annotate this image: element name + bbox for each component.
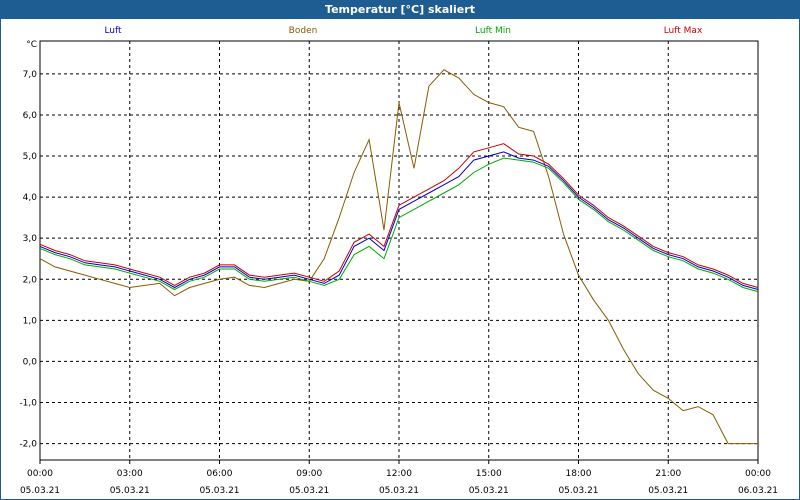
x-tick-time: 06:00 (207, 469, 233, 479)
temperature-chart: 7,0 6,0 5,0 4,0 3,0 2,0 1,0 0,0 -1,0 -2,0 °C 00:00 0… (19, 26, 778, 496)
y-tick-label: 2,0 (23, 275, 38, 285)
y-tick-label: 1,0 (23, 316, 38, 326)
x-tick-date: 05.03.21 (469, 486, 509, 496)
x-tick-date: 05.03.21 (20, 486, 60, 496)
legend-entry: Luft Min (475, 26, 511, 36)
x-tick-time: 18:00 (566, 469, 592, 479)
legend-entry: Luft Max (664, 26, 703, 36)
y-tick-label: 5,0 (23, 152, 38, 162)
x-tick-time: 15:00 (476, 469, 502, 479)
x-tick-date: 05.03.21 (379, 486, 419, 496)
y-axis-label: °C (26, 40, 37, 50)
x-tick-time: 00:00 (745, 469, 771, 479)
legend-entry: Boden (289, 26, 318, 36)
series-line-luft (39, 151, 759, 290)
y-tick-label: -2,0 (19, 440, 37, 450)
x-tick-date: 05.03.21 (558, 486, 598, 496)
x-tick-date: 05.03.21 (648, 486, 688, 496)
x-tick-time: 21:00 (655, 469, 681, 479)
y-tick-label: 4,0 (23, 193, 38, 203)
x-tick-date: 05.03.21 (110, 486, 150, 496)
x-tick-date: 06.03.21 (738, 486, 778, 496)
y-tick-label: 3,0 (23, 234, 38, 244)
x-tick-time: 12:00 (386, 469, 412, 479)
y-tick-label: 0,0 (23, 357, 38, 367)
legend: Luft Boden Luft Min Luft Max (104, 26, 703, 36)
legend-entry: Luft (104, 26, 122, 36)
x-tick-date: 05.03.21 (289, 486, 329, 496)
x-tick-time: 03:00 (117, 469, 143, 479)
x-tick-time: 00:00 (27, 469, 53, 479)
y-tick-label: 6,0 (23, 111, 38, 121)
y-tick-label: -1,0 (19, 398, 37, 408)
x-tick-date: 05.03.21 (199, 486, 239, 496)
x-tick-time: 09:00 (296, 469, 322, 479)
y-tick-label: 7,0 (23, 70, 38, 80)
